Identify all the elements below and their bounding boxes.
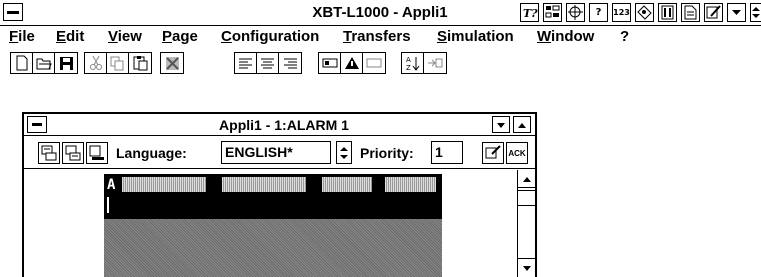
system-menu-button[interactable] (3, 3, 23, 21)
text-cursor (107, 197, 109, 213)
language-dropdown-icon[interactable] (336, 141, 352, 164)
page-insert-icon[interactable] (62, 142, 84, 164)
page-previous-icon[interactable] (38, 142, 60, 164)
align-left-icon[interactable] (235, 53, 257, 73)
grid-icon[interactable] (543, 3, 562, 22)
align-right-icon[interactable] (279, 53, 301, 73)
display-line-2 (104, 194, 442, 219)
menu-simulation[interactable]: Simulation (437, 28, 514, 46)
menu-bar: File Edit View Page Configuration Transf… (0, 26, 761, 48)
delete-icon[interactable] (161, 53, 183, 73)
display-field (322, 177, 372, 192)
scroll-up-button[interactable] (518, 170, 535, 188)
edit-icon[interactable] (704, 3, 723, 22)
svg-text:T?: T? (523, 7, 538, 20)
toolbar: AZ (0, 49, 761, 77)
clipboard-tools-group (84, 52, 152, 74)
menu-edit[interactable]: Edit (56, 28, 84, 46)
rectangle-icon[interactable] (363, 53, 385, 73)
menu-view[interactable]: View (108, 28, 142, 46)
delete-tools-group (160, 52, 184, 74)
new-file-icon[interactable] (11, 53, 33, 73)
alarm-editor-window: Appli1 - 1:ALARM 1 Language: ENGLISH* Pr… (22, 112, 537, 277)
child-title: Appli1 - 1:ALARM 1 (219, 117, 349, 133)
help-icon[interactable]: ? (589, 3, 608, 22)
import-icon[interactable] (424, 53, 446, 73)
child-title-bar: Appli1 - 1:ALARM 1 (24, 114, 535, 136)
alarm-edit-icon[interactable] (482, 142, 504, 164)
page-next-icon[interactable] (86, 142, 108, 164)
paste-icon[interactable] (129, 53, 151, 73)
alarm-canvas[interactable]: A (24, 170, 517, 277)
sort-tools-group: AZ (401, 52, 447, 74)
document-icon[interactable] (681, 3, 700, 22)
display-field (122, 177, 206, 192)
menu-help[interactable]: ? (620, 28, 629, 46)
display-field (385, 177, 436, 192)
tools-icon[interactable] (635, 3, 654, 22)
menu-configuration[interactable]: Configuration (221, 28, 319, 46)
help-tool-icon[interactable]: T? (520, 3, 539, 22)
language-field[interactable]: ENGLISH* (221, 141, 331, 164)
menu-transfers[interactable]: Transfers (343, 28, 411, 46)
acknowledge-button[interactable]: ACK (506, 142, 528, 164)
menu-window[interactable]: Window (537, 28, 594, 46)
display-line-1: A (104, 174, 442, 194)
priority-field[interactable]: 1 (431, 141, 463, 164)
display-character: A (107, 177, 116, 193)
align-center-icon[interactable] (257, 53, 279, 73)
sort-icon[interactable]: AZ (402, 53, 424, 73)
file-tools-group (10, 52, 78, 74)
font-icon[interactable] (658, 3, 677, 22)
object-tools-group (318, 52, 386, 74)
alarm-toolbar: Language: ENGLISH* Priority: 1 ACK (24, 137, 535, 169)
copy-icon[interactable] (107, 53, 129, 73)
scroll-thumb[interactable] (518, 190, 535, 206)
app-title-bar: XBT-L1000 - Appli1 T? ? 123 (0, 0, 761, 26)
app-title: XBT-L1000 - Appli1 (312, 4, 448, 21)
scroll-updown-icon[interactable] (750, 3, 761, 22)
maximize-button[interactable] (513, 116, 531, 133)
network-icon[interactable] (566, 3, 585, 22)
display-field (222, 177, 306, 192)
menu-file[interactable]: File (9, 28, 35, 46)
minimize-button[interactable] (492, 116, 510, 133)
save-icon[interactable] (55, 53, 77, 73)
svg-text:Z: Z (406, 64, 411, 71)
field-icon[interactable] (319, 53, 341, 73)
align-tools-group (234, 52, 302, 74)
child-system-menu-button[interactable] (27, 116, 47, 133)
numbers-icon[interactable]: 123 (612, 3, 631, 22)
open-folder-icon[interactable] (33, 53, 55, 73)
priority-label: Priority: (360, 145, 414, 161)
cut-icon[interactable] (85, 53, 107, 73)
scroll-down-button[interactable] (518, 258, 535, 276)
svg-text:A: A (406, 56, 411, 64)
scroll-down-icon[interactable] (727, 3, 746, 22)
alarm-icon[interactable] (341, 53, 363, 73)
menu-page[interactable]: Page (162, 28, 198, 46)
vertical-scrollbar[interactable] (517, 170, 535, 277)
language-label: Language: (116, 145, 187, 161)
lcd-display[interactable]: A (104, 174, 442, 277)
